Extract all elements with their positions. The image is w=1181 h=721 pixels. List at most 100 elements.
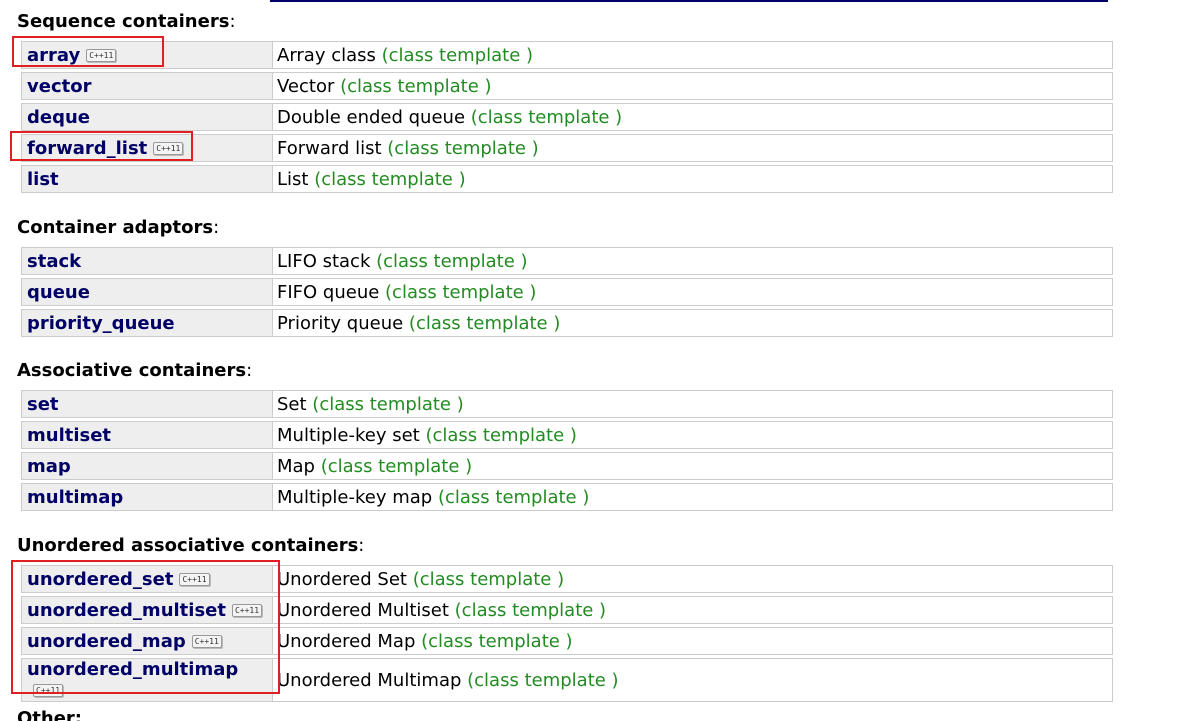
container-description: FIFO queue — [277, 281, 380, 303]
class-template-tag: (class template ) — [376, 250, 528, 272]
section-title: Sequence containers — [17, 11, 230, 32]
container-link-unordered-map[interactable]: unordered_map — [27, 631, 186, 652]
table-row: forward_list C++11 Forward list (class tem… — [21, 134, 1113, 162]
name-cell: stack — [21, 247, 273, 275]
container-link-list[interactable]: list — [27, 169, 59, 190]
description-cell: Array class (class template ) — [273, 41, 1113, 69]
name-cell: multimap — [21, 483, 273, 511]
container-description: Unordered Multimap — [277, 669, 462, 691]
description-cell: Multiple-key set (class template ) — [273, 421, 1113, 449]
name-cell: unordered_set C++11 — [21, 565, 273, 593]
description-cell: Double ended queue (class template ) — [273, 103, 1113, 131]
name-cell: list — [21, 165, 273, 193]
heading-colon: : — [358, 535, 365, 556]
name-cell: unordered_multiset C++11 — [21, 596, 273, 624]
container-link-unordered-multimap[interactable]: unordered_multimap — [27, 659, 238, 680]
container-description: List — [277, 168, 309, 190]
description-cell: Unordered Multiset (class template ) — [273, 596, 1113, 624]
description-cell: Vector (class template ) — [273, 72, 1113, 100]
container-link-multiset[interactable]: multiset — [27, 425, 111, 446]
description-cell: List (class template ) — [273, 165, 1113, 193]
table-row: array C++11 Array class (class template ) — [21, 41, 1113, 69]
class-template-tag: (class template ) — [320, 455, 473, 477]
container-table: set Set (class template ) multiset Multiple… — [21, 387, 1113, 514]
description-cell: Multiple-key map (class template ) — [273, 483, 1113, 511]
container-description: Forward list — [277, 137, 382, 159]
container-link-forward-list[interactable]: forward_list — [27, 138, 147, 159]
description-cell: Unordered Set (class template ) — [273, 565, 1113, 593]
section-title: Container adaptors — [17, 217, 214, 238]
container-link-deque[interactable]: deque — [27, 107, 90, 128]
table-row: multiset Multiple-key set (class template… — [21, 421, 1113, 449]
table-row: unordered_multimap C++11 Unordered Multima… — [21, 658, 1113, 702]
section-title: Unordered associative containers — [17, 535, 359, 556]
name-cell: set — [21, 390, 273, 418]
table-row: priority_queue Priority queue (class temp… — [21, 309, 1113, 337]
description-cell: Forward list (class template ) — [273, 134, 1113, 162]
description-cell: Map (class template ) — [273, 452, 1113, 480]
container-description: LIFO stack — [277, 250, 371, 272]
container-link-stack[interactable]: stack — [27, 251, 81, 272]
name-cell: unordered_map C++11 — [21, 627, 273, 655]
container-link-array[interactable]: array — [27, 45, 80, 66]
container-description: Double ended queue — [277, 106, 466, 128]
table-row: deque Double ended queue (class template … — [21, 103, 1113, 131]
section-heading-other: Other: — [17, 708, 83, 721]
name-cell: priority_queue — [21, 309, 273, 337]
class-template-tag: (class template ) — [314, 168, 466, 190]
description-cell: LIFO stack (class template ) — [273, 247, 1113, 275]
container-link-unordered-set[interactable]: unordered_set — [27, 569, 173, 590]
class-template-tag: (class template ) — [421, 630, 573, 652]
container-link-priority-queue[interactable]: priority_queue — [27, 313, 175, 334]
class-template-tag: (class template ) — [470, 106, 623, 128]
container-link-multimap[interactable]: multimap — [27, 487, 123, 508]
name-cell: queue — [21, 278, 273, 306]
section-1: Container adaptors: stack LIFO stack (clas… — [17, 217, 1117, 340]
container-link-unordered-multiset[interactable]: unordered_multiset — [27, 600, 226, 621]
section-heading: Container adaptors: — [17, 217, 1117, 239]
container-link-queue[interactable]: queue — [27, 282, 90, 303]
container-link-vector[interactable]: vector — [27, 76, 91, 97]
container-table: unordered_set C++11 Unordered Set (class t… — [21, 562, 1113, 705]
description-cell: Set (class template ) — [273, 390, 1113, 418]
container-description: Set — [277, 393, 307, 415]
section-heading: Sequence containers: — [17, 11, 1117, 33]
description-cell: Unordered Map (class template ) — [273, 627, 1113, 655]
container-description: Multiple-key set — [277, 424, 420, 446]
section-3: Unordered associative containers: unorder… — [17, 535, 1117, 705]
table-row: vector Vector (class template ) — [21, 72, 1113, 100]
container-link-map[interactable]: map — [27, 456, 71, 477]
class-template-tag: (class template ) — [312, 393, 464, 415]
description-cell: Priority queue (class template ) — [273, 309, 1113, 337]
table-row: stack LIFO stack (class template ) — [21, 247, 1113, 275]
class-template-tag: (class template ) — [454, 599, 607, 621]
table-row: unordered_map C++11 Unordered Map (class t… — [21, 627, 1113, 655]
table-row: multimap Multiple-key map (class template… — [21, 483, 1113, 511]
cpp11-badge-icon: C++11 — [191, 634, 222, 648]
container-table: stack LIFO stack (class template ) queue FI… — [21, 244, 1113, 340]
container-description: Unordered Set — [277, 568, 407, 590]
heading-colon: : — [229, 11, 236, 32]
table-row: map Map (class template ) — [21, 452, 1113, 480]
table-row: list List (class template ) — [21, 165, 1113, 193]
class-template-tag: (class template ) — [467, 669, 619, 691]
table-row: unordered_set C++11 Unordered Set (class t… — [21, 565, 1113, 593]
table-row: queue FIFO queue (class template ) — [21, 278, 1113, 306]
container-link-set[interactable]: set — [27, 394, 59, 415]
description-cell: FIFO queue (class template ) — [273, 278, 1113, 306]
container-description: Unordered Multiset — [277, 599, 449, 621]
section-0: Sequence containers: array C++11 Array clas… — [17, 11, 1117, 196]
table-row: set Set (class template ) — [21, 390, 1113, 418]
section-2: Associative containers: set Set (class tem… — [17, 360, 1117, 514]
container-description: Vector — [277, 75, 335, 97]
cpp11-badge-icon: C++11 — [179, 572, 210, 586]
name-cell: map — [21, 452, 273, 480]
class-template-tag: (class template ) — [387, 137, 539, 159]
name-cell: array C++11 — [21, 41, 273, 69]
class-template-tag: (class template ) — [381, 44, 534, 66]
description-cell: Unordered Multimap (class template ) — [273, 658, 1113, 702]
container-description: Map — [277, 455, 315, 477]
container-description: Priority queue — [277, 312, 404, 334]
cpp11-badge-icon: C++11 — [33, 684, 64, 697]
class-template-tag: (class template ) — [437, 486, 590, 508]
